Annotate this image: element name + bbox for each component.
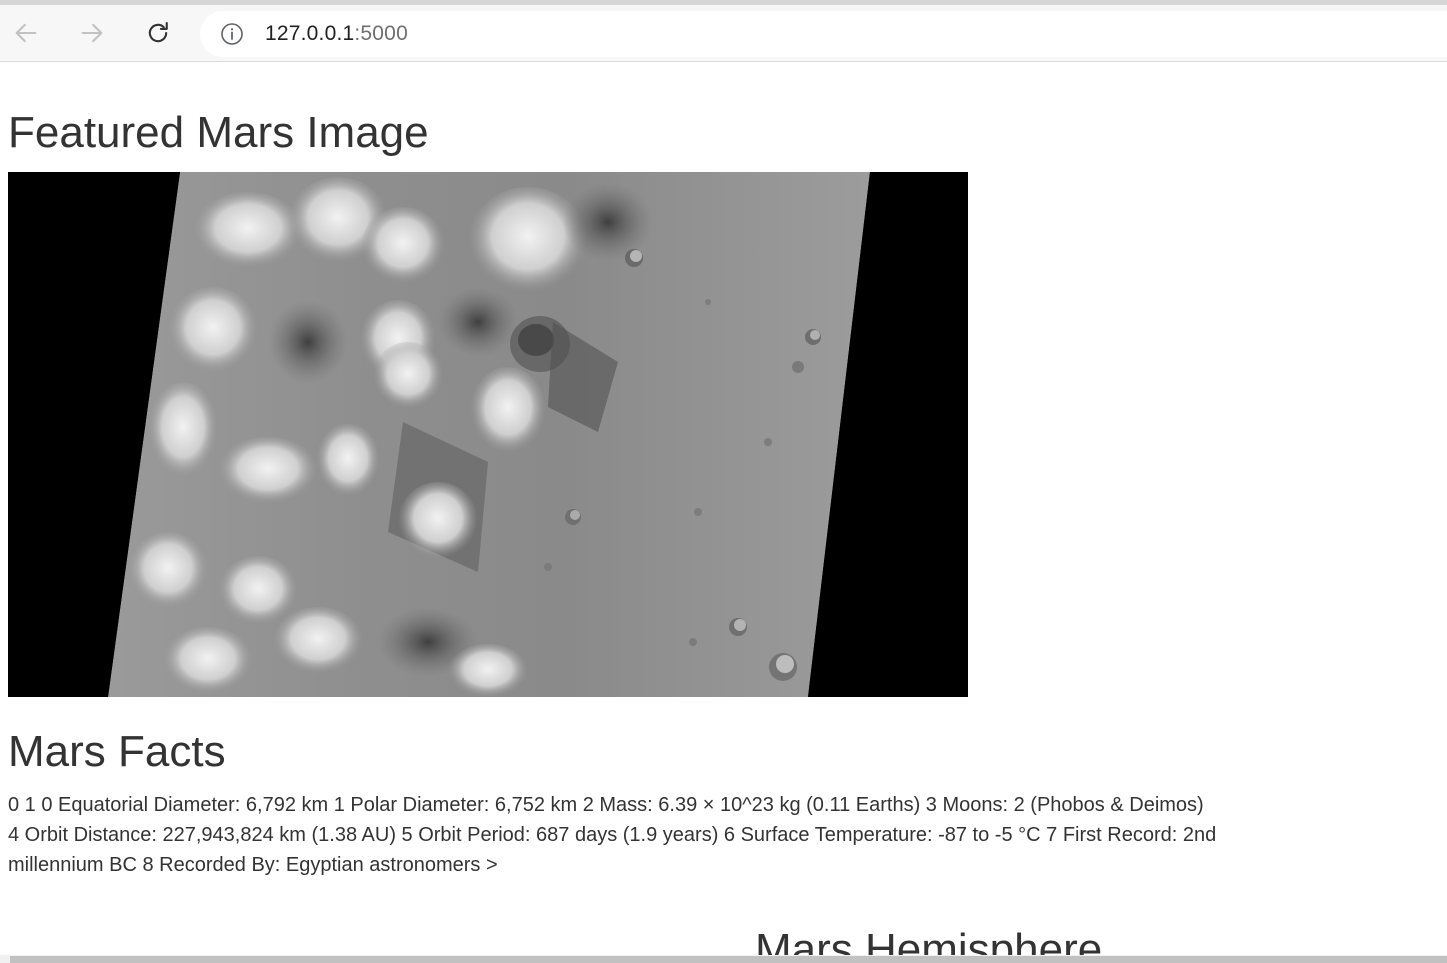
url-port: :5000 [354,22,408,45]
scrollbar-thumb[interactable] [10,956,1447,963]
horizontal-scrollbar[interactable] [0,955,1447,963]
mars-facts-text: 0 1 0 Equatorial Diameter: 6,792 km 1 Po… [8,794,1217,876]
url-host: 127.0.0.1 [265,22,355,45]
address-bar[interactable]: 127.0.0.1:5000 [200,11,1447,57]
back-button[interactable] [8,15,44,51]
mars-facts-heading: Mars Facts [8,727,226,776]
url-text[interactable]: 127.0.0.1:5000 [265,22,408,46]
reload-icon [148,22,168,43]
info-icon[interactable] [220,22,244,46]
featured-mars-image [8,172,968,697]
mars-hemisphere-heading: Mars Hemisphere [755,925,1103,955]
arrow-left-icon [15,23,37,43]
forward-button[interactable] [74,15,110,51]
arrow-right-icon [81,23,103,43]
reload-button[interactable] [140,15,176,51]
page-content: Featured Mars Image Mars Facts 0 1 0 Equ… [0,62,1447,955]
featured-image-heading: Featured Mars Image [8,108,429,157]
browser-toolbar: 127.0.0.1:5000 [0,5,1447,62]
